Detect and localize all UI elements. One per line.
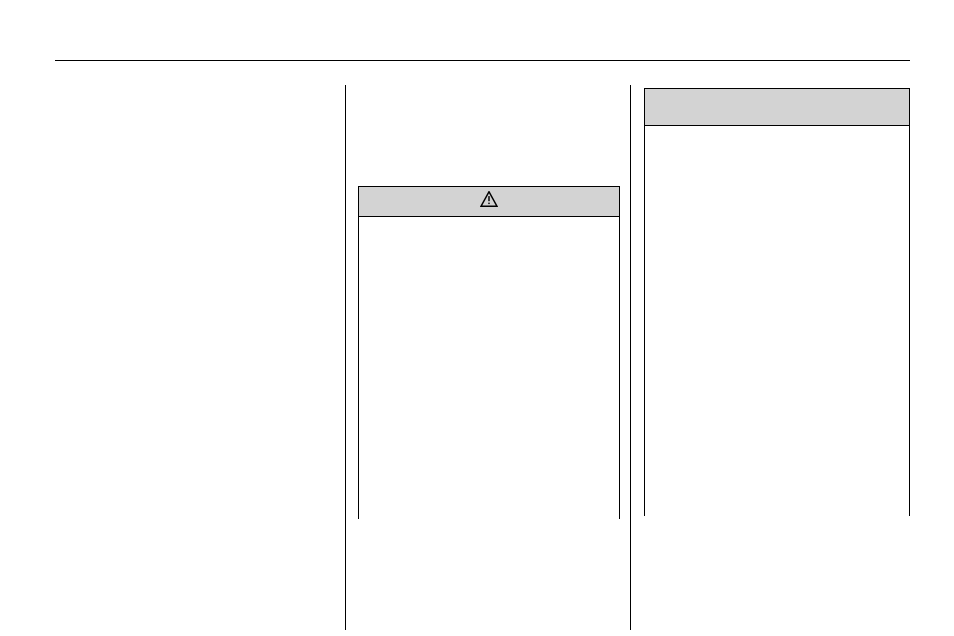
header-rule xyxy=(55,60,910,61)
callout-box-notice xyxy=(644,88,910,516)
callout-body-warning xyxy=(359,217,619,519)
column-divider-1 xyxy=(345,85,346,630)
callout-body-notice xyxy=(645,126,909,516)
callout-box-warning xyxy=(358,186,620,519)
column-divider-2 xyxy=(630,85,631,630)
callout-header-warning xyxy=(359,187,619,217)
warning-triangle-icon xyxy=(480,191,498,212)
callout-header-notice xyxy=(645,89,909,126)
page xyxy=(0,0,954,636)
